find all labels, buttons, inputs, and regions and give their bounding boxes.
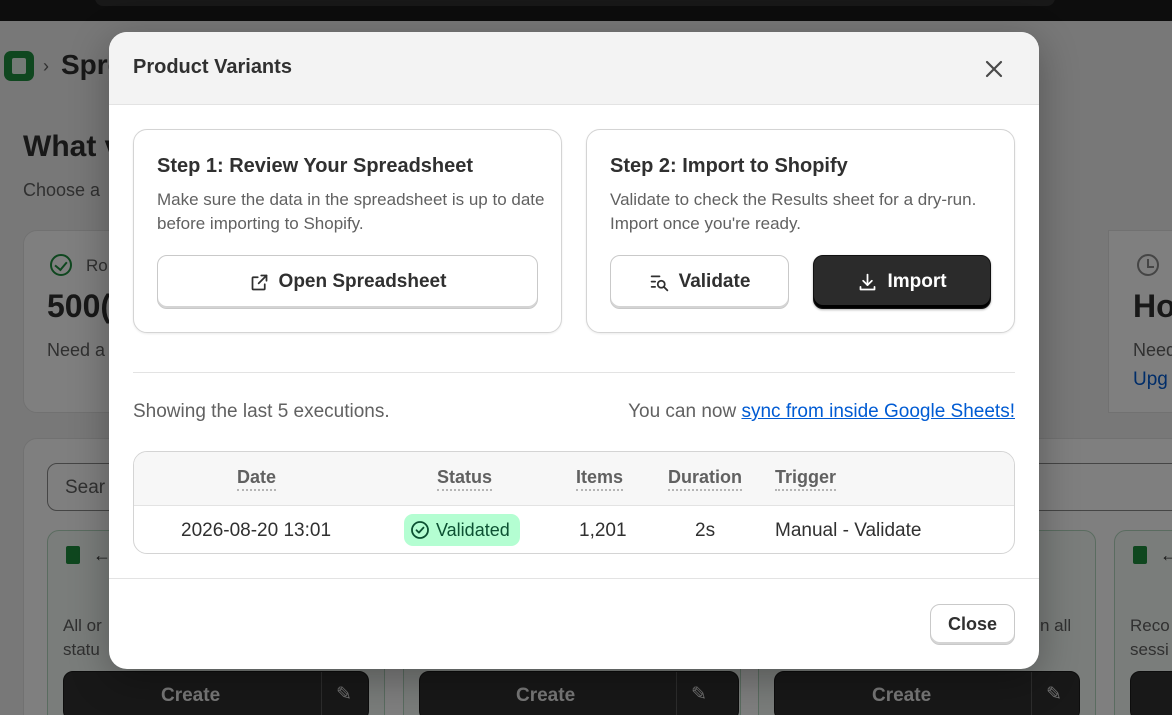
status-label: Validated (436, 519, 510, 540)
step2-title: Step 2: Import to Shopify (610, 155, 848, 177)
step1-description: Make sure the data in the spreadsheet is… (157, 190, 545, 233)
modal-title: Product Variants (133, 56, 292, 78)
modal-header: Product Variants (109, 32, 1039, 105)
executions-count-text: Showing the last 5 executions. (133, 401, 390, 422)
search-list-icon (650, 275, 668, 291)
close-icon[interactable] (979, 54, 1009, 84)
step1-card: Step 1: Review Your Spreadsheet Make sur… (133, 129, 562, 333)
validate-button[interactable]: Validate (610, 255, 789, 309)
executions-table: Date Status Items Duration Trigger 2026-… (133, 451, 1015, 554)
sync-prefix: You can now (628, 401, 742, 422)
cell-trigger: Manual - Validate (775, 520, 922, 541)
sync-google-sheets-link[interactable]: sync from inside Google Sheets! (741, 401, 1015, 422)
cell-duration: 2s (695, 520, 716, 541)
validate-label: Validate (678, 271, 751, 292)
column-header-trigger[interactable]: Trigger (775, 467, 837, 491)
step1-title: Step 1: Review Your Spreadsheet (157, 155, 474, 177)
import-button[interactable]: Import (813, 255, 991, 309)
table-header: Date Status Items Duration Trigger (134, 452, 1014, 506)
section-divider (133, 372, 1015, 373)
external-link-icon (251, 274, 267, 290)
download-icon (860, 273, 876, 290)
product-variants-modal: Product Variants Step 1: Review Your Spr… (109, 32, 1039, 669)
cell-items: 1,201 (579, 520, 627, 541)
open-spreadsheet-button[interactable]: Open Spreadsheet (157, 255, 538, 309)
import-label: Import (887, 271, 947, 292)
close-button[interactable]: Close (930, 604, 1015, 645)
column-header-status[interactable]: Status (437, 467, 493, 491)
check-circle-icon (411, 521, 429, 539)
open-spreadsheet-label: Open Spreadsheet (278, 271, 447, 292)
step2-card: Step 2: Import to Shopify Validate to ch… (586, 129, 1015, 333)
column-header-items[interactable]: Items (576, 467, 624, 491)
cell-date: 2026-08-20 13:01 (181, 520, 332, 541)
footer-divider (109, 578, 1039, 579)
status-badge: Validated (404, 514, 520, 546)
step2-description: Validate to check the Results sheet for … (610, 190, 977, 233)
column-header-duration[interactable]: Duration (668, 467, 742, 491)
column-header-date[interactable]: Date (237, 467, 277, 491)
sync-notice: You can now sync from inside Google Shee… (628, 401, 1015, 423)
